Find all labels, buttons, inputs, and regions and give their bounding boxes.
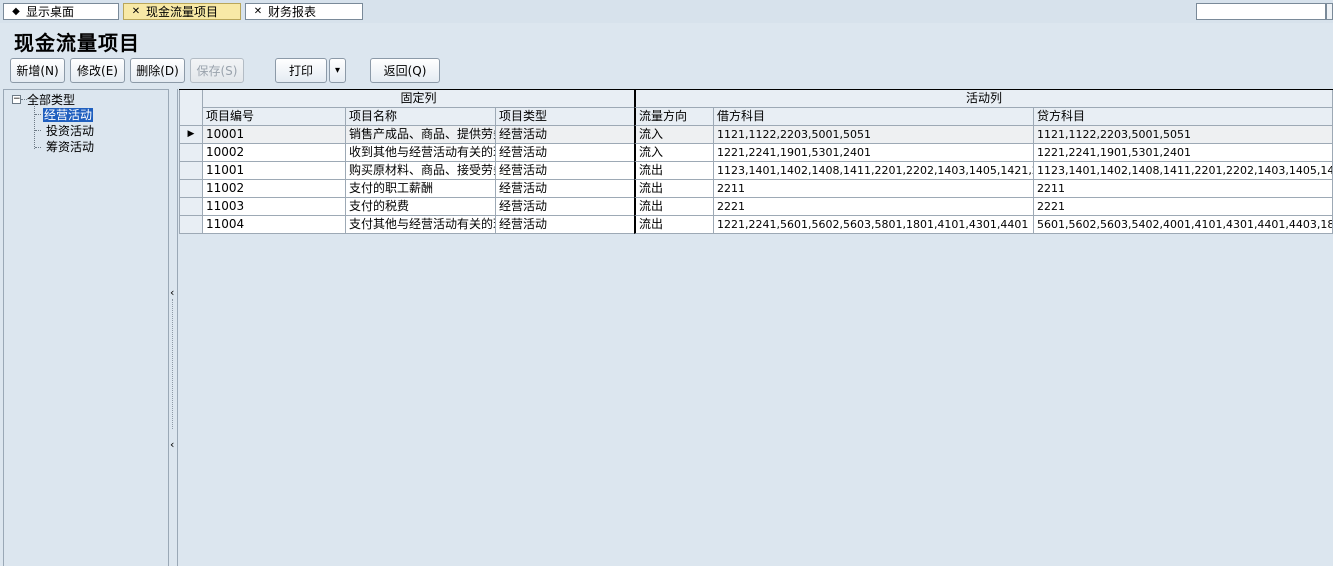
cell-name[interactable]: 支付的职工薪酬	[346, 180, 496, 198]
cell-name[interactable]: 收到其他与经营活动有关的现金	[346, 144, 496, 162]
cell-type[interactable]: 经营活动	[496, 144, 635, 162]
cell-credit[interactable]: 5601,5602,5603,5402,4001,4101,4301,4401,…	[1034, 216, 1333, 234]
tree-connector	[34, 104, 35, 149]
row-indicator[interactable]	[179, 216, 203, 234]
collapse-left-icon[interactable]: ‹	[170, 287, 174, 298]
top-scroll-button[interactable]	[1326, 3, 1333, 20]
tree-node-investing[interactable]: 投资活动	[46, 124, 94, 138]
page-title: 现金流量项目	[14, 31, 140, 55]
cell-direction[interactable]: 流出	[634, 216, 714, 234]
tab-label: 财务报表	[268, 5, 317, 19]
tab-financial-reports[interactable]: ✕ 财务报表	[245, 3, 363, 20]
tree-node-operating[interactable]: 经营活动	[43, 108, 94, 122]
cell-name[interactable]: 支付的税费	[346, 198, 496, 216]
cell-code[interactable]: 11003	[203, 198, 346, 216]
splitter-grip	[172, 299, 173, 429]
tree-collapse-toggle[interactable]: −	[12, 95, 21, 104]
cell-debit[interactable]: 2221	[714, 198, 1034, 216]
new-button[interactable]: 新增(N)	[10, 58, 65, 83]
tab-cash-flow-items[interactable]: ✕ 现金流量项目	[123, 3, 241, 20]
cell-code[interactable]: 10001	[203, 126, 346, 144]
cell-type[interactable]: 经营活动	[496, 126, 635, 144]
tree-connector	[35, 114, 41, 115]
tab-label: 显示桌面	[26, 5, 75, 19]
column-header-debit[interactable]: 借方科目	[714, 108, 1034, 126]
row-indicator[interactable]: ▶	[179, 126, 203, 144]
cell-debit[interactable]: 1123,1401,1402,1408,1411,2201,2202,1403,…	[714, 162, 1034, 180]
column-header-credit[interactable]: 贷方科目	[1034, 108, 1333, 126]
cell-credit[interactable]: 1221,2241,1901,5301,2401	[1034, 144, 1333, 162]
row-indicator[interactable]	[179, 180, 203, 198]
cell-debit[interactable]: 1221,2241,1901,5301,2401	[714, 144, 1034, 162]
save-button: 保存(S)	[190, 58, 244, 83]
grid-corner	[179, 90, 203, 126]
row-indicator[interactable]	[179, 162, 203, 180]
cell-direction[interactable]: 流入	[634, 144, 714, 162]
cell-name[interactable]: 销售产成品、商品、提供劳务收到的现金	[346, 126, 496, 144]
pane-splitter[interactable]: ‹ ‹	[169, 89, 178, 566]
tab-label: 现金流量项目	[146, 5, 219, 19]
cell-type[interactable]: 经营活动	[496, 180, 635, 198]
close-icon[interactable]: ✕	[252, 6, 264, 17]
cell-debit[interactable]: 2211	[714, 180, 1034, 198]
cell-name[interactable]: 支付其他与经营活动有关的现金	[346, 216, 496, 234]
column-header-name[interactable]: 项目名称	[346, 108, 496, 126]
cell-credit[interactable]: 2221	[1034, 198, 1333, 216]
cell-direction[interactable]: 流出	[634, 162, 714, 180]
back-button[interactable]: 返回(Q)	[370, 58, 440, 83]
cell-code[interactable]: 11002	[203, 180, 346, 198]
category-tree: − 全部类型 经营活动 投资活动 筹资活动	[3, 89, 169, 566]
cell-debit[interactable]: 1221,2241,5601,5602,5603,5801,1801,4101,…	[714, 216, 1034, 234]
tree-node-label: 经营活动	[43, 108, 94, 122]
group-header-active: 活动列	[634, 90, 1333, 108]
edit-button[interactable]: 修改(E)	[70, 58, 125, 83]
cell-direction[interactable]: 流出	[634, 198, 714, 216]
cash-flow-grid: 固定列 活动列 项目编号 项目名称 项目类型 流量方向 借方科目 贷方科目 ▶ …	[179, 89, 1333, 236]
tree-node-financing[interactable]: 筹资活动	[46, 140, 94, 154]
tab-bar: ◆ 显示桌面 ✕ 现金流量项目 ✕ 财务报表	[0, 0, 1333, 23]
close-icon[interactable]: ✕	[130, 6, 142, 17]
tree-connector	[35, 130, 41, 131]
cell-type[interactable]: 经营活动	[496, 216, 635, 234]
print-menu-button[interactable]: ▾	[329, 58, 346, 83]
tab-show-desktop[interactable]: ◆ 显示桌面	[3, 3, 119, 20]
cell-credit[interactable]: 1123,1401,1402,1408,1411,2201,2202,1403,…	[1034, 162, 1333, 180]
cell-debit[interactable]: 1121,1122,2203,5001,5051	[714, 126, 1034, 144]
diamond-icon: ◆	[12, 6, 20, 17]
cell-code[interactable]: 11004	[203, 216, 346, 234]
column-header-type[interactable]: 项目类型	[496, 108, 635, 126]
cell-credit[interactable]: 1121,1122,2203,5001,5051	[1034, 126, 1333, 144]
top-search-input[interactable]	[1196, 3, 1326, 20]
tree-connector	[35, 147, 41, 148]
cell-direction[interactable]: 流出	[634, 180, 714, 198]
cell-type[interactable]: 经营活动	[496, 198, 635, 216]
collapse-left-icon[interactable]: ‹	[170, 439, 174, 450]
cell-type[interactable]: 经营活动	[496, 162, 635, 180]
row-indicator[interactable]	[179, 198, 203, 216]
delete-button[interactable]: 删除(D)	[130, 58, 185, 83]
row-indicator[interactable]	[179, 144, 203, 162]
cell-name[interactable]: 购买原材料、商品、接受劳务支付的现金	[346, 162, 496, 180]
column-header-direction[interactable]: 流量方向	[634, 108, 714, 126]
column-header-code[interactable]: 项目编号	[203, 108, 346, 126]
cell-code[interactable]: 11001	[203, 162, 346, 180]
print-button[interactable]: 打印	[275, 58, 327, 83]
cell-code[interactable]: 10002	[203, 144, 346, 162]
cell-credit[interactable]: 2211	[1034, 180, 1333, 198]
cell-direction[interactable]: 流入	[634, 126, 714, 144]
group-header-fixed: 固定列	[203, 90, 635, 108]
